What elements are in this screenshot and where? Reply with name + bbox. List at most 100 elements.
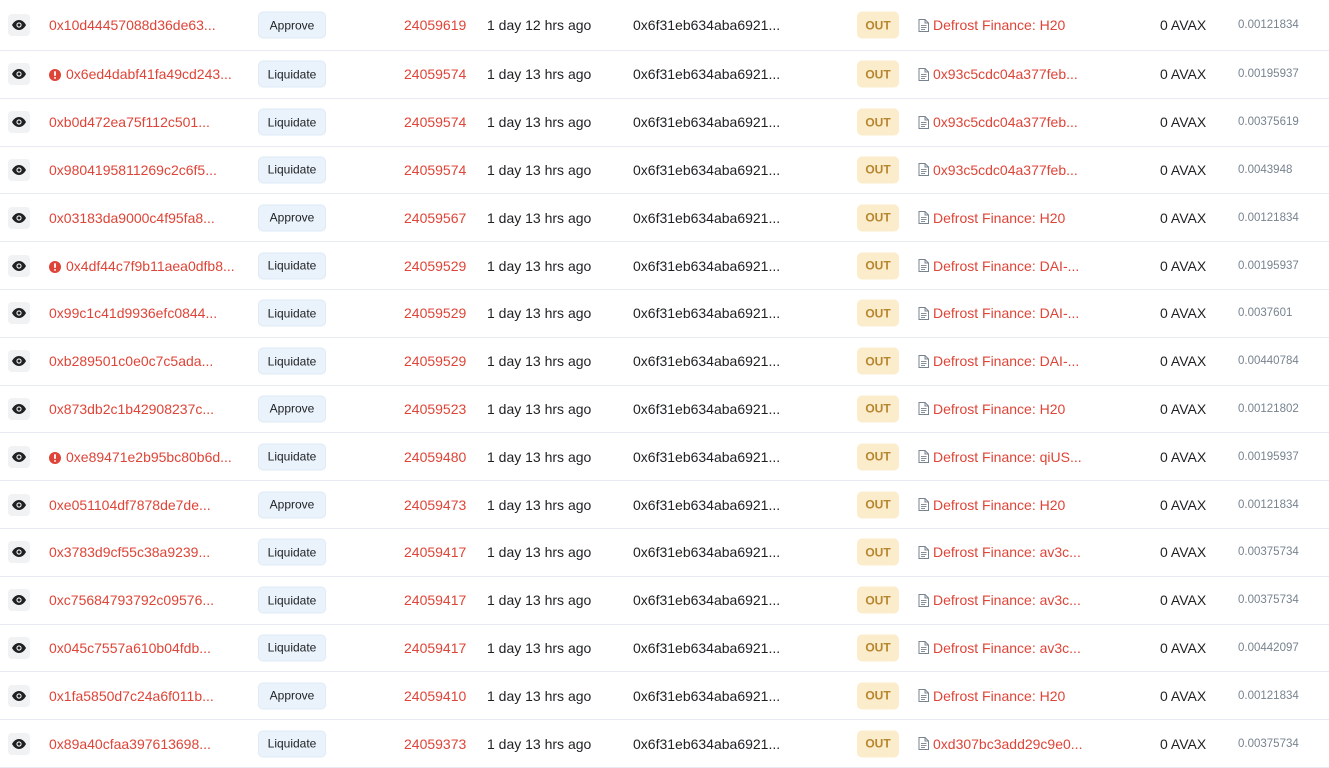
view-details-button[interactable] (8, 206, 30, 229)
tx-hash-text[interactable]: 0x3783d9cf55c38a9239... (49, 544, 210, 560)
view-details-button[interactable] (8, 732, 30, 755)
tx-hash-text[interactable]: 0x10d44457088d36de63... (49, 17, 216, 33)
view-details-button[interactable] (8, 158, 30, 181)
tx-hash-text[interactable]: 0x873db2c1b42908237c... (49, 401, 214, 417)
to-address-text[interactable]: Defrost Finance: qiUS... (933, 449, 1082, 465)
to-address-text[interactable]: Defrost Finance: DAI-... (933, 305, 1079, 321)
tx-hash-link[interactable]: 0xc75684793792c09576... (49, 592, 214, 608)
view-details-button[interactable] (8, 589, 30, 612)
to-address-text[interactable]: Defrost Finance: DAI-... (933, 353, 1079, 369)
to-address-text[interactable]: Defrost Finance: H20 (933, 688, 1065, 704)
to-address-link[interactable]: Defrost Finance: av3c... (918, 544, 1081, 560)
view-details-button[interactable] (8, 111, 30, 134)
tx-hash-link[interactable]: 0x99c1c41d9936efc0844... (49, 305, 217, 321)
tx-hash-link[interactable]: 0x873db2c1b42908237c... (49, 401, 214, 417)
to-address-link[interactable]: Defrost Finance: av3c... (918, 592, 1081, 608)
to-address-text[interactable]: Defrost Finance: H20 (933, 401, 1065, 417)
block-number-link[interactable]: 24059529 (404, 353, 466, 369)
to-address-link[interactable]: Defrost Finance: DAI-... (918, 258, 1079, 274)
view-details-button[interactable] (8, 493, 30, 516)
to-address-text[interactable]: 0x93c5cdc04a377feb... (933, 162, 1078, 178)
block-number-link[interactable]: 24059417 (404, 640, 466, 656)
block-number-link[interactable]: 24059373 (404, 736, 466, 752)
tx-hash-text[interactable]: 0x045c7557a610b04fdb... (49, 640, 211, 656)
block-number-link[interactable]: 24059480 (404, 449, 466, 465)
tx-hash-link[interactable]: 0x045c7557a610b04fdb... (49, 640, 211, 656)
to-address-link[interactable]: Defrost Finance: qiUS... (918, 449, 1082, 465)
tx-hash-link[interactable]: 0x9804195811269c2c6f5... (49, 162, 217, 178)
to-address-text[interactable]: Defrost Finance: H20 (933, 17, 1065, 33)
tx-hash-text[interactable]: 0x1fa5850d7c24a6f011b... (49, 688, 214, 704)
tx-hash-text[interactable]: 0x6ed4dabf41fa49cd243... (66, 66, 232, 82)
to-address-text[interactable]: Defrost Finance: H20 (933, 210, 1065, 226)
to-address-text[interactable]: 0x93c5cdc04a377feb... (933, 66, 1078, 82)
tx-hash-link[interactable]: 0x89a40cfaa397613698... (49, 736, 211, 752)
to-address-text[interactable]: 0x93c5cdc04a377feb... (933, 114, 1078, 130)
to-address-link[interactable]: 0xd307bc3add29c9e0... (918, 736, 1082, 752)
tx-hash-link[interactable]: 0x6ed4dabf41fa49cd243... (49, 66, 232, 82)
to-address-link[interactable]: 0x93c5cdc04a377feb... (918, 66, 1078, 82)
view-details-button[interactable] (8, 397, 30, 420)
view-details-button[interactable] (8, 63, 30, 86)
tx-hash-link[interactable]: 0x1fa5850d7c24a6f011b... (49, 688, 214, 704)
to-address-text[interactable]: Defrost Finance: H20 (933, 497, 1065, 513)
to-address-link[interactable]: 0x93c5cdc04a377feb... (918, 114, 1078, 130)
to-address-text[interactable]: Defrost Finance: DAI-... (933, 258, 1079, 274)
tx-hash-link[interactable]: 0xb0d472ea75f112c501... (49, 114, 210, 130)
to-address-link[interactable]: Defrost Finance: H20 (918, 401, 1065, 417)
to-address-text[interactable]: Defrost Finance: av3c... (933, 640, 1081, 656)
tx-hash-text[interactable]: 0x4df44c7f9b11aea0dfb8... (66, 258, 235, 274)
tx-hash-text[interactable]: 0x99c1c41d9936efc0844... (49, 305, 217, 321)
to-address-link[interactable]: Defrost Finance: av3c... (918, 640, 1081, 656)
value-text: 0 AVAX (1160, 353, 1207, 370)
to-address-link[interactable]: Defrost Finance: H20 (918, 17, 1065, 33)
view-details-button[interactable] (8, 445, 30, 468)
tx-hash-text[interactable]: 0xc75684793792c09576... (49, 592, 214, 608)
view-details-button[interactable] (8, 636, 30, 659)
block-number-link[interactable]: 24059473 (404, 497, 466, 513)
tx-hash-link[interactable]: 0x4df44c7f9b11aea0dfb8... (49, 258, 235, 274)
block-number-link[interactable]: 24059574 (404, 114, 466, 130)
to-address-link[interactable]: 0x93c5cdc04a377feb... (918, 162, 1078, 178)
direction-label: OUT (865, 401, 891, 416)
view-details-button[interactable] (8, 541, 30, 564)
block-number-link[interactable]: 24059529 (404, 258, 466, 274)
tx-hash-link[interactable]: 0xb289501c0e0c7c5ada... (49, 353, 213, 369)
to-address-text[interactable]: 0xd307bc3add29c9e0... (933, 736, 1082, 752)
tx-hash-text[interactable]: 0x03183da9000c4f95fa8... (49, 210, 215, 226)
to-address-link[interactable]: Defrost Finance: DAI-... (918, 353, 1079, 369)
tx-hash-link[interactable]: 0x03183da9000c4f95fa8... (49, 210, 215, 226)
tx-hash-link[interactable]: 0x10d44457088d36de63... (49, 17, 216, 33)
view-details-button[interactable] (8, 302, 30, 325)
tx-hash-link[interactable]: 0x3783d9cf55c38a9239... (49, 544, 210, 560)
block-number-link[interactable]: 24059523 (404, 401, 466, 417)
to-address-link[interactable]: Defrost Finance: H20 (918, 688, 1065, 704)
direction-badge: OUT (857, 156, 899, 184)
to-address-link[interactable]: Defrost Finance: H20 (918, 497, 1065, 513)
tx-hash-text[interactable]: 0xe89471e2b95bc80b6d... (66, 449, 232, 465)
to-address-text[interactable]: Defrost Finance: av3c... (933, 592, 1081, 608)
direction-badge: OUT (857, 252, 899, 280)
block-number-link[interactable]: 24059574 (404, 66, 466, 82)
tx-hash-text[interactable]: 0xb289501c0e0c7c5ada... (49, 353, 213, 369)
block-number-link[interactable]: 24059410 (404, 688, 466, 704)
view-details-button[interactable] (8, 254, 30, 277)
view-details-button[interactable] (8, 684, 30, 707)
tx-hash-text[interactable]: 0xe051104df7878de7de... (49, 497, 211, 513)
to-address-text[interactable]: Defrost Finance: av3c... (933, 544, 1081, 560)
block-number-link[interactable]: 24059574 (404, 162, 466, 178)
block-number-link[interactable]: 24059567 (404, 210, 466, 226)
block-number-link[interactable]: 24059529 (404, 305, 466, 321)
tx-hash-text[interactable]: 0x9804195811269c2c6f5... (49, 162, 217, 178)
tx-hash-link[interactable]: 0xe89471e2b95bc80b6d... (49, 449, 232, 465)
to-address-link[interactable]: Defrost Finance: H20 (918, 210, 1065, 226)
block-number-link[interactable]: 24059417 (404, 592, 466, 608)
tx-hash-text[interactable]: 0x89a40cfaa397613698... (49, 736, 211, 752)
view-details-button[interactable] (8, 350, 30, 373)
tx-hash-text[interactable]: 0xb0d472ea75f112c501... (49, 114, 210, 130)
block-number-link[interactable]: 24059619 (404, 17, 466, 33)
block-number-link[interactable]: 24059417 (404, 544, 466, 560)
to-address-link[interactable]: Defrost Finance: DAI-... (918, 305, 1079, 321)
tx-hash-link[interactable]: 0xe051104df7878de7de... (49, 497, 211, 513)
view-details-button[interactable] (8, 14, 30, 36)
